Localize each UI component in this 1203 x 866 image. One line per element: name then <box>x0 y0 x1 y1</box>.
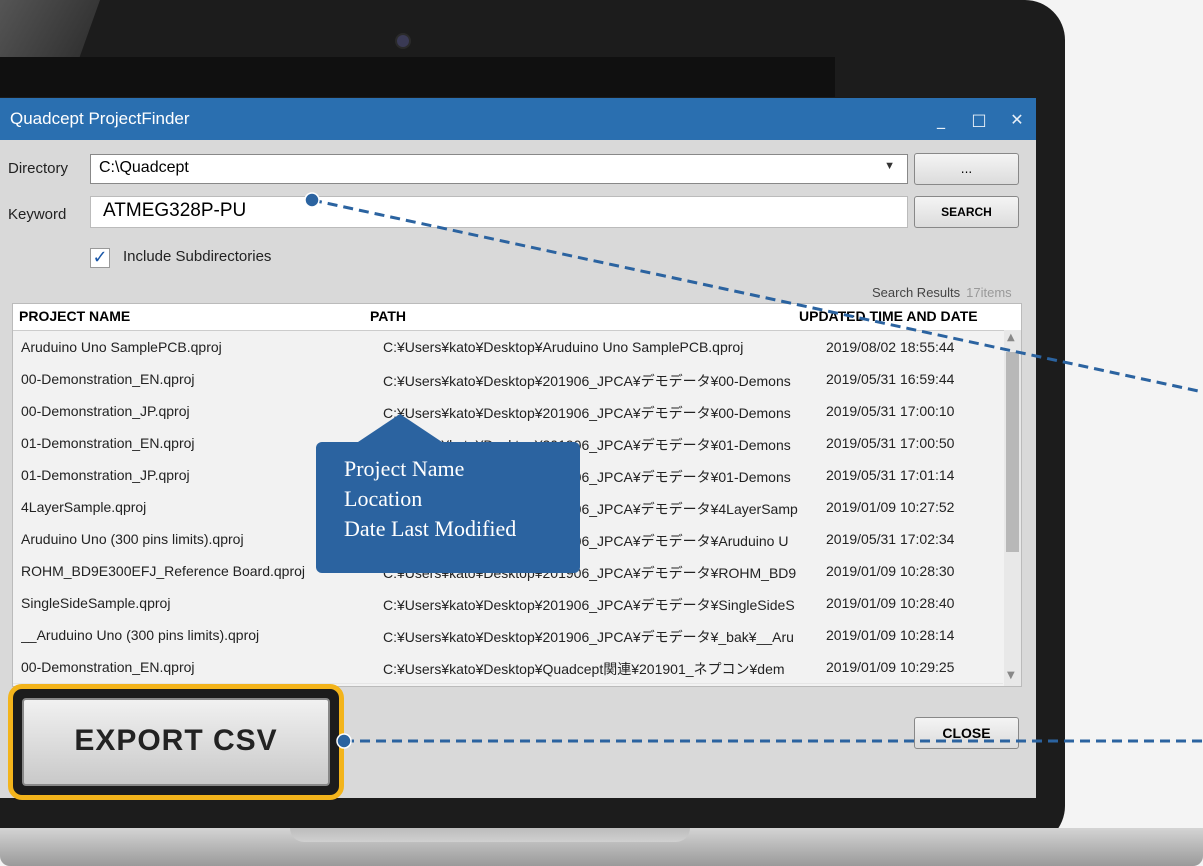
cell-updated: 2019/05/31 17:00:50 <box>826 435 955 451</box>
include-subdirectories-checkbox[interactable]: ✓ <box>90 248 110 268</box>
table-row[interactable]: __Aruduino Uno (300 pins limits).qproj C:… <box>13 619 1003 652</box>
cell-updated: 2019/05/31 17:01:14 <box>826 467 955 483</box>
cell-path: C:¥Users¥kato¥Desktop¥Aruduino Uno Sampl… <box>383 339 744 355</box>
table-row[interactable]: SingleSideSample.qproj C:¥Users¥kato¥Desk… <box>13 587 1003 620</box>
cell-path: C:¥Users¥kato¥Desktop¥201906_JPCA¥デモデータ¥… <box>383 597 795 613</box>
cell-path: C:¥Users¥kato¥Desktop¥201906_JPCA¥デモデータ¥… <box>383 405 791 421</box>
cell-path: C:¥Users¥kato¥Desktop¥201906_JPCA¥デモデータ¥… <box>383 373 791 389</box>
search-results-summary: Search Results 17items <box>872 285 1012 300</box>
callout-line-project-name: Project Name <box>344 456 465 481</box>
cell-updated: 2019/05/31 17:02:34 <box>826 531 955 547</box>
cell-project-name: 00-Demonstration_EN.qproj <box>21 371 195 387</box>
cell-project-name: SingleSideSample.qproj <box>21 595 171 611</box>
laptop-notch <box>290 828 690 842</box>
cell-path: C:¥Users¥kato¥Desktop¥201906_JPCA¥デモデータ¥… <box>383 629 794 645</box>
table-row[interactable]: 00-Demonstration_EN.qproj C:¥Users¥kato¥D… <box>13 651 1003 684</box>
column-header-path[interactable]: PATH <box>370 308 406 324</box>
close-button[interactable]: CLOSE <box>914 717 1019 749</box>
callout-box: Project Name Location Date Last Modified <box>316 442 580 573</box>
cell-updated: 2019/01/09 10:28:14 <box>826 627 955 643</box>
laptop-base <box>0 828 1203 866</box>
keyword-label: Keyword <box>8 206 67 223</box>
cell-project-name: 00-Demonstration_JP.qproj <box>21 403 190 419</box>
table-row[interactable]: Aruduino Uno SamplePCB.qproj C:¥Users¥kat… <box>13 331 1003 364</box>
column-header-updated[interactable]: UPDATED TIME AND DATE <box>799 308 978 324</box>
callout-pointer <box>355 414 445 444</box>
directory-label: Directory <box>8 160 69 177</box>
callout-line-location: Location <box>344 486 423 511</box>
cell-path: C:¥Users¥kato¥Desktop¥Quadcept関連¥201901_… <box>383 661 785 677</box>
cell-project-name: 00-Demonstration_EN.qproj <box>21 659 195 675</box>
maximize-icon[interactable]: □ <box>960 110 998 129</box>
cell-updated: 2019/01/09 10:28:40 <box>826 595 955 611</box>
include-subdirectories-label: Include Subdirectories <box>123 248 272 265</box>
minimize-icon[interactable]: _ <box>922 110 960 129</box>
table-header: PROJECT NAME PATH UPDATED TIME AND DATE <box>13 304 1021 331</box>
cell-updated: 2019/05/31 17:00:10 <box>826 403 955 419</box>
callout-line-date: Date Last Modified <box>344 516 517 541</box>
search-results-count: 17items <box>966 285 1012 300</box>
cell-updated: 2019/01/09 10:28:30 <box>826 563 955 579</box>
title-bar: Quadcept ProjectFinder _ □ ✕ <box>0 98 1036 140</box>
cell-updated: 2019/01/09 10:27:52 <box>826 499 955 515</box>
browse-button[interactable]: ... <box>914 153 1019 185</box>
scroll-up-icon[interactable]: ▲ <box>1007 332 1015 343</box>
webcam-icon <box>397 35 409 47</box>
directory-select[interactable]: C:\Quadcept ▼ <box>90 154 908 184</box>
cell-updated: 2019/08/02 18:55:44 <box>826 339 955 355</box>
cell-project-name: Aruduino Uno SamplePCB.qproj <box>21 339 222 355</box>
scroll-down-icon[interactable]: ▼ <box>1007 670 1015 681</box>
close-window-icon[interactable]: ✕ <box>998 110 1036 129</box>
window-title: Quadcept ProjectFinder <box>10 109 190 128</box>
cell-updated: 2019/05/31 16:59:44 <box>826 371 955 387</box>
column-header-project-name[interactable]: PROJECT NAME <box>19 308 369 324</box>
screen-top-bar <box>0 57 835 97</box>
directory-value: C:\Quadcept <box>99 159 189 176</box>
cell-project-name: __Aruduino Uno (300 pins limits).qproj <box>21 627 260 643</box>
search-button[interactable]: SEARCH <box>914 196 1019 228</box>
cell-updated: 2019/01/09 10:29:25 <box>826 659 955 675</box>
scroll-thumb[interactable] <box>1006 352 1019 552</box>
search-results-label: Search Results <box>872 285 961 300</box>
table-row[interactable]: 00-Demonstration_EN.qproj C:¥Users¥kato¥D… <box>13 363 1003 396</box>
export-csv-highlight: EXPORT CSV <box>8 684 344 800</box>
table-row[interactable]: 00-Demonstration_JP.qproj C:¥Users¥kato¥D… <box>13 395 1003 428</box>
vertical-scrollbar[interactable]: ▲ ▼ <box>1004 330 1021 686</box>
dropdown-arrow-icon[interactable]: ▼ <box>884 160 895 172</box>
export-csv-button[interactable]: EXPORT CSV <box>22 698 330 786</box>
keyword-input[interactable]: ATMEG328P-PU <box>90 196 908 228</box>
